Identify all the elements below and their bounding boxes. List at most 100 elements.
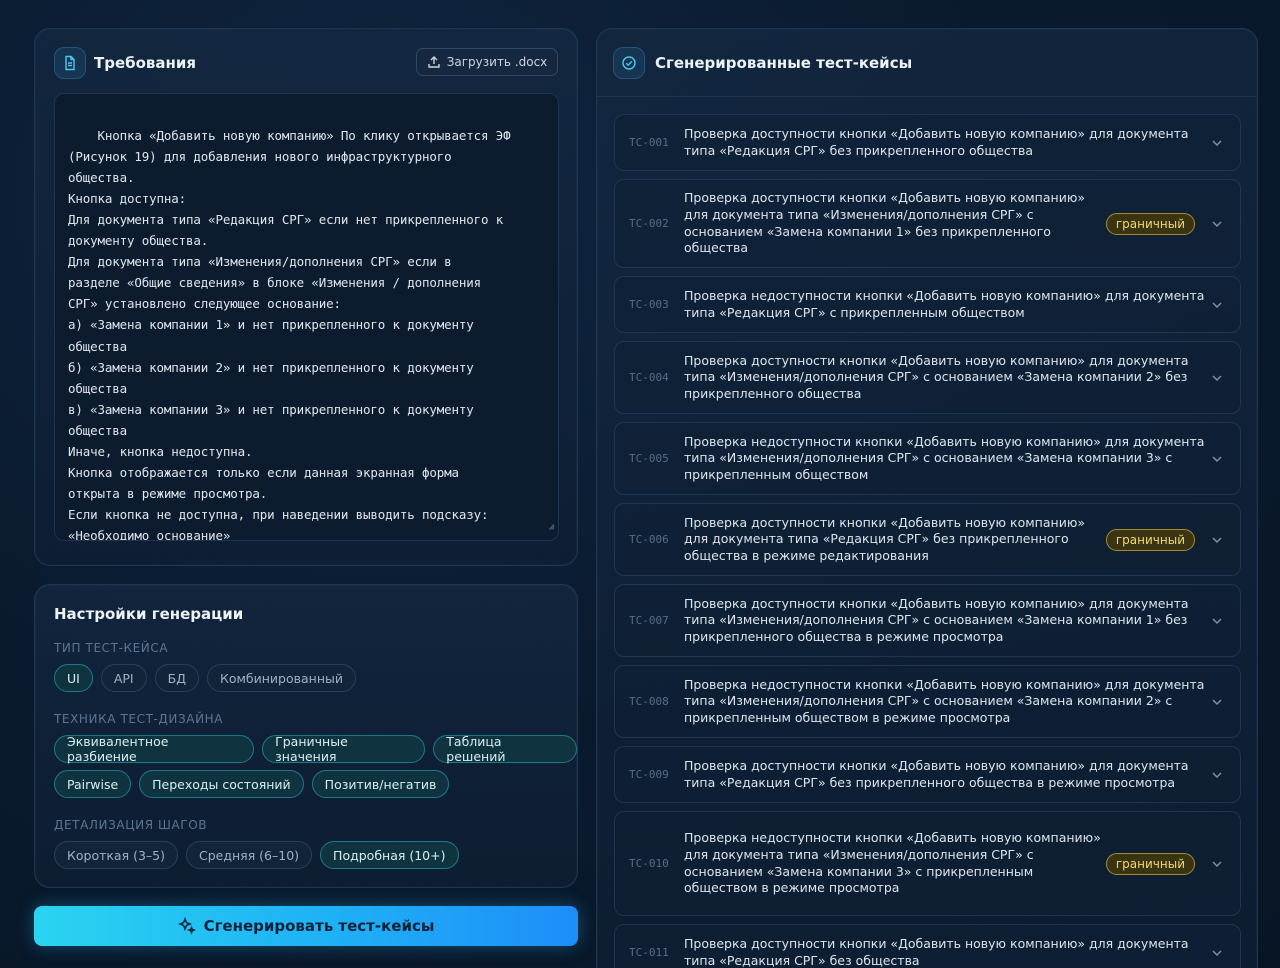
- test-case-card[interactable]: TC-009 Проверка доступности кнопки «Добав…: [614, 746, 1241, 803]
- test-case-title: Проверка недоступности кнопки «Добавить …: [684, 434, 1204, 484]
- test-case-id: TC-002: [629, 217, 669, 230]
- test-case-title-line: Проверка доступности кнопки «Добавить но…: [684, 190, 1085, 206]
- detail-level-chip[interactable]: Средняя (6–10): [186, 841, 313, 869]
- detail-level-chip[interactable]: Подробная (10+): [320, 841, 459, 869]
- test-case-title-line: для документа типа «Изменения/дополнения…: [684, 206, 1034, 222]
- boundary-badge: граничный: [1105, 212, 1195, 235]
- test-case-card[interactable]: TC-003 Проверка недоступности кнопки «Доб…: [614, 276, 1241, 333]
- test-case-id: TC-004: [629, 371, 669, 384]
- test-case-title: Проверка доступности кнопки «Добавить но…: [684, 758, 1189, 791]
- test-case-title-line: прикрепленным обществом: [684, 466, 869, 482]
- test-case-title-line: типа «Изменения/дополнения СРГ» с основа…: [684, 693, 1173, 709]
- test-case-id: TC-006: [629, 533, 669, 546]
- technique-chip[interactable]: Pairwise: [54, 770, 132, 798]
- requirements-text: Кнопка «Добавить новую компанию» По клик…: [68, 128, 511, 541]
- chevron-down-icon[interactable]: [1210, 533, 1224, 547]
- test-case-title-line: типа «Редакция СРГ» без прикрепленного о…: [684, 774, 1176, 790]
- test-case-title-line: типа «Изменения/дополнения СРГ» с основа…: [684, 369, 1188, 385]
- technique-chip[interactable]: Эквивалентное разбиение: [54, 734, 255, 764]
- case-type-label: ТИП ТЕСТ-КЕЙСА: [54, 641, 169, 655]
- technique-chip[interactable]: Таблица решений: [433, 734, 577, 764]
- chevron-down-icon[interactable]: [1210, 857, 1224, 871]
- technique-chip[interactable]: Граничные значения: [262, 734, 426, 764]
- technique-chips-row-2: Pairwise Переходы состояний Позитив/негати…: [54, 770, 450, 798]
- test-case-title-line: типа «Редакция СРГ» без общества: [684, 952, 920, 968]
- test-case-title-line: общества в режиме редактирования: [684, 547, 929, 563]
- chevron-down-icon[interactable]: [1210, 217, 1224, 231]
- test-case-id: TC-010: [629, 857, 669, 870]
- case-type-chip[interactable]: UI: [54, 664, 93, 692]
- test-case-title-line: Проверка доступности кнопки «Добавить но…: [684, 352, 1189, 368]
- test-case-title-line: типа «Изменения/дополнения СРГ» с основа…: [684, 450, 1173, 466]
- chevron-down-icon[interactable]: [1210, 298, 1224, 312]
- check-circle-icon: [613, 46, 645, 79]
- case-type-chip[interactable]: Комбинированный: [206, 664, 356, 692]
- test-case-id: TC-003: [629, 298, 669, 311]
- test-case-title-line: Проверка недоступности кнопки «Добавить …: [684, 433, 1205, 449]
- document-icon: [54, 47, 86, 79]
- test-case-title: Проверка доступности кнопки «Добавить но…: [684, 596, 1189, 646]
- chevron-down-icon[interactable]: [1210, 371, 1224, 385]
- generate-label: Сгенерировать тест-кейсы: [203, 917, 435, 935]
- case-type-chip[interactable]: API: [100, 664, 147, 692]
- results-panel: Сгенерированные тест-кейсы TC-001 Проверк…: [596, 28, 1258, 968]
- boundary-badge: граничный: [1105, 528, 1195, 551]
- test-case-title-line: Проверка доступности кнопки «Добавить но…: [684, 757, 1189, 773]
- test-case-title: Проверка доступности кнопки «Добавить но…: [684, 353, 1189, 403]
- test-case-card[interactable]: TC-006 Проверка доступности кнопки «Добав…: [614, 503, 1241, 576]
- test-case-title-line: Проверка недоступности кнопки «Добавить …: [684, 830, 1101, 846]
- settings-title: Настройки генерации: [54, 605, 244, 623]
- test-case-title: Проверка доступности кнопки «Добавить но…: [684, 126, 1189, 159]
- requirements-panel: Требования Загрузить .docx Кнопка «Добав…: [34, 28, 578, 566]
- chevron-down-icon[interactable]: [1210, 452, 1224, 466]
- test-case-title-line: Проверка недоступности кнопки «Добавить …: [684, 676, 1205, 692]
- test-case-title-line: для документа типа «Редакция СРГ» без пр…: [684, 531, 1069, 547]
- test-case-title-line: Проверка доступности кнопки «Добавить но…: [684, 125, 1189, 141]
- test-case-card[interactable]: TC-010 Проверка недоступности кнопки «Доб…: [614, 811, 1241, 916]
- detail-level-chip[interactable]: Короткая (3–5): [54, 841, 178, 869]
- test-case-title-line: Проверка недоступности кнопки «Добавить …: [684, 287, 1205, 303]
- chevron-down-icon[interactable]: [1210, 695, 1224, 709]
- test-case-card[interactable]: TC-008 Проверка недоступности кнопки «Доб…: [614, 665, 1241, 738]
- test-case-id: TC-008: [629, 695, 669, 708]
- test-case-title-line: типа «Редакция СРГ» без прикрепленного о…: [684, 142, 1034, 158]
- test-case-title: Проверка доступности кнопки «Добавить но…: [684, 936, 1189, 968]
- test-case-id: TC-001: [629, 136, 669, 149]
- results-title: Сгенерированные тест-кейсы: [655, 53, 913, 72]
- test-case-title-line: общества: [684, 240, 749, 256]
- detail-chips: Короткая (3–5) Средняя (6–10) Подробная (1…: [54, 841, 459, 869]
- case-type-chip[interactable]: БД: [154, 664, 199, 692]
- test-case-title-line: Проверка доступности кнопки «Добавить но…: [684, 514, 1085, 530]
- test-case-title-line: типа «Изменения/дополнения СРГ» с основа…: [684, 612, 1188, 628]
- resize-grip-icon[interactable]: ◢: [548, 516, 554, 537]
- detail-label: ДЕТАЛИЗАЦИЯ ШАГОВ: [54, 818, 208, 832]
- test-case-title-line: Проверка доступности кнопки «Добавить но…: [684, 935, 1189, 951]
- results-header: Сгенерированные тест-кейсы: [597, 29, 1257, 97]
- test-case-title-line: Проверка доступности кнопки «Добавить но…: [684, 595, 1189, 611]
- chevron-down-icon[interactable]: [1210, 136, 1224, 150]
- requirements-textarea[interactable]: Кнопка «Добавить новую компанию» По клик…: [54, 93, 559, 541]
- settings-panel: Настройки генерации ТИП ТЕСТ-КЕЙСА UI API…: [34, 584, 578, 888]
- requirements-title: Требования: [94, 54, 197, 72]
- generate-button[interactable]: Сгенерировать тест-кейсы: [34, 906, 578, 946]
- test-case-card[interactable]: TC-005 Проверка недоступности кнопки «Доб…: [614, 422, 1241, 495]
- chevron-down-icon[interactable]: [1210, 768, 1224, 782]
- test-case-card[interactable]: TC-007 Проверка доступности кнопки «Добав…: [614, 584, 1241, 657]
- test-case-card[interactable]: TC-004 Проверка доступности кнопки «Добав…: [614, 341, 1241, 414]
- test-case-card[interactable]: TC-002 Проверка доступности кнопки «Добав…: [614, 179, 1241, 268]
- test-case-card[interactable]: TC-011 Проверка доступности кнопки «Добав…: [614, 924, 1241, 968]
- upload-label: Загрузить .docx: [446, 55, 548, 69]
- test-case-card[interactable]: TC-001 Проверка доступности кнопки «Добав…: [614, 114, 1241, 171]
- upload-docx-button[interactable]: Загрузить .docx: [416, 48, 558, 76]
- technique-chip[interactable]: Переходы состояний: [139, 770, 304, 798]
- test-case-title: Проверка доступности кнопки «Добавить но…: [684, 515, 1085, 565]
- chevron-down-icon[interactable]: [1210, 946, 1224, 960]
- technique-label: ТЕХНИКА ТЕСТ-ДИЗАЙНА: [54, 712, 224, 726]
- test-case-id: TC-005: [629, 452, 669, 465]
- test-case-title-line: прикрепленного общества: [684, 385, 862, 401]
- chevron-down-icon[interactable]: [1210, 614, 1224, 628]
- sparkle-icon: [177, 917, 196, 935]
- test-case-title-line: для документа типа «Изменения/дополнения…: [684, 846, 1034, 862]
- technique-chip[interactable]: Позитив/негатив: [311, 770, 450, 798]
- upload-icon: [427, 56, 440, 68]
